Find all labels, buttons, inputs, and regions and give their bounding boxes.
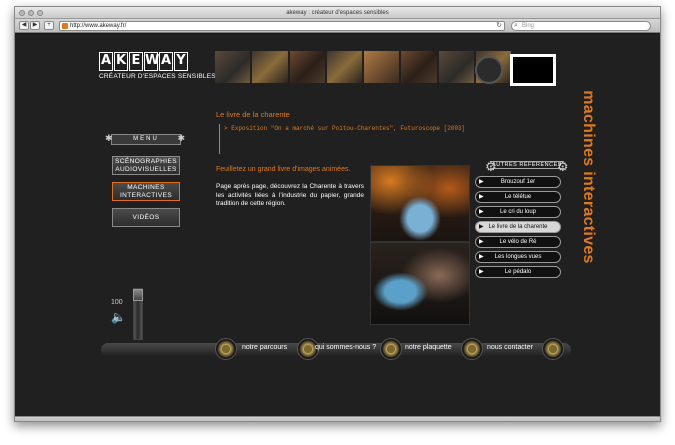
section-title: machines interactives <box>580 90 597 264</box>
reference-label: Le vélo de Ré <box>499 239 537 245</box>
reference-label: Le livre de la charente <box>488 224 548 230</box>
add-bookmark-button[interactable]: + <box>44 21 54 30</box>
menu-item-label: MACHINES INTERACTIVES <box>119 184 173 199</box>
gear-icon: ⚙ <box>556 159 569 174</box>
reference-livre-charente[interactable]: ▶ Le livre de la charente <box>475 221 561 233</box>
address-bar-url: http://www.akeway.fr/ <box>70 23 127 29</box>
reference-label: Le pédalo <box>504 269 532 275</box>
triangle-right-icon: ▶ <box>479 224 484 230</box>
volume-slider[interactable] <box>133 288 143 340</box>
reference-label: Le télétue <box>504 194 532 200</box>
triangle-right-icon: ▶ <box>479 254 484 260</box>
nav-qui-sommes-nous[interactable]: qui sommes-nous ? <box>315 344 376 351</box>
reference-longues-vues[interactable]: ▶ Les longues vues <box>475 251 561 263</box>
logo-letter: A <box>99 52 113 71</box>
project-photo-bottom <box>370 242 470 325</box>
window-title: akeway : créateur d'espaces sensibles <box>286 10 389 16</box>
back-arrow-icon: ◀ <box>21 22 27 28</box>
browser-statusbar <box>15 416 660 421</box>
search-placeholder: Bing <box>522 23 535 29</box>
close-window-button[interactable] <box>19 10 25 16</box>
nav-node-icon[interactable] <box>542 338 564 360</box>
search-input[interactable]: ⌕ Bing <box>511 21 651 31</box>
project-title: Le livre de la charente <box>216 110 290 119</box>
strip-photo <box>438 51 474 83</box>
nav-node-icon[interactable] <box>215 338 237 360</box>
logo-letters: A K E W A Y <box>99 52 191 71</box>
triangle-right-icon: ▶ <box>479 209 484 215</box>
reference-pedalo[interactable]: ▶ Le pédalo <box>475 266 561 278</box>
menu-header: ✱ MENU ✱ <box>105 134 185 145</box>
exhibition-info: > Exposition "On a marché sur Poitou-Cha… <box>219 124 499 154</box>
triangle-right-icon: ▶ <box>479 239 484 245</box>
menu-item-label: VIDÉOS <box>132 213 160 221</box>
references-header: ⚙ AUTRES RÉFÉRENCES ⚙ <box>485 159 569 174</box>
window-controls <box>19 10 43 16</box>
reference-cri-du-loup[interactable]: ▶ Le cri du loup <box>475 206 561 218</box>
zoom-window-button[interactable] <box>37 10 43 16</box>
logo-tagline: CRÉATEUR D'ESPACES SENSIBLES <box>99 73 216 80</box>
section-title-vertical: machines interactives <box>571 86 601 266</box>
reference-teletue[interactable]: ▶ Le télétue <box>475 191 561 203</box>
reference-label: Le cri du loup <box>499 209 537 215</box>
strip-photo <box>326 51 362 83</box>
gear-icon: ⚙ <box>485 159 498 174</box>
strip-photo <box>215 51 251 83</box>
logo-letter: W <box>144 52 159 71</box>
photo-strip <box>215 51 511 83</box>
project-photo-top <box>370 165 470 242</box>
menu-item-scenographies[interactable]: SCÉNOGRAPHIES AUDIOVISUELLES <box>112 156 180 175</box>
volume-value: 100 <box>111 299 123 306</box>
logo-letter: E <box>129 52 143 71</box>
strip-photo <box>364 51 400 83</box>
reference-label: Brouzouf 1er <box>500 179 536 185</box>
round-badge-icon[interactable] <box>475 56 503 84</box>
nav-nous-contacter[interactable]: nous contacter <box>487 344 533 351</box>
speaker-icon[interactable]: 🔈 <box>111 310 129 324</box>
minimize-window-button[interactable] <box>28 10 34 16</box>
triangle-right-icon: ▶ <box>479 194 484 200</box>
gear-icon: ✱ <box>105 133 115 143</box>
plus-icon: + <box>47 22 51 28</box>
references-header-label: AUTRES RÉFÉRENCES <box>490 161 564 169</box>
address-bar[interactable]: http://www.akeway.fr/ ↻ <box>59 21 505 31</box>
logo-letter: K <box>114 52 128 71</box>
forward-arrow-icon: ▶ <box>32 22 38 28</box>
window-titlebar: akeway : créateur d'espaces sensibles <box>15 7 660 19</box>
reference-label: Les longues vues <box>494 254 542 260</box>
menu-header-label: MENU <box>133 136 159 142</box>
strip-photo <box>401 51 437 83</box>
logo-letter: A <box>159 52 173 71</box>
gear-icon: ✱ <box>177 133 187 143</box>
nav-node-icon[interactable] <box>380 338 402 360</box>
search-icon: ⌕ <box>514 22 518 29</box>
reference-velo-de-re[interactable]: ▶ Le vélo de Ré <box>475 236 561 248</box>
back-button[interactable]: ◀ <box>19 21 29 30</box>
triangle-right-icon: ▶ <box>479 179 484 185</box>
video-frame[interactable] <box>510 54 556 86</box>
nav-node-icon[interactable] <box>461 338 483 360</box>
site-favicon-icon <box>62 23 68 29</box>
volume-slider-knob[interactable] <box>133 289 143 301</box>
page-content: A K E W A Y CRÉATEUR D'ESPACES SENSIBLES… <box>15 34 660 421</box>
akeway-logo[interactable]: A K E W A Y CRÉATEUR D'ESPACES SENSIBLES <box>99 52 216 84</box>
browser-window: akeway : créateur d'espaces sensibles ◀ … <box>14 6 661 422</box>
logo-letter: Y <box>174 52 188 71</box>
browser-toolbar: ◀ ▶ + http://www.akeway.fr/ ↻ ⌕ Bing <box>15 19 660 33</box>
strip-photo <box>252 51 288 83</box>
project-description: Page après page, découvrez la Charente à… <box>216 183 364 207</box>
menu-item-machines[interactable]: MACHINES INTERACTIVES <box>112 182 180 201</box>
nav-notre-parcours[interactable]: notre parcours <box>242 344 287 351</box>
menu-item-label: SCÉNOGRAPHIES AUDIOVISUELLES <box>115 158 177 173</box>
project-subtitle: Feuilletez un grand livre d'images animé… <box>216 166 351 173</box>
strip-photo <box>289 51 325 83</box>
reload-icon[interactable]: ↻ <box>496 22 502 30</box>
nav-notre-plaquette[interactable]: notre plaquette <box>405 344 452 351</box>
forward-button[interactable]: ▶ <box>30 21 40 30</box>
menu-item-videos[interactable]: VIDÉOS <box>112 208 180 227</box>
reference-brouzouf[interactable]: ▶ Brouzouf 1er <box>475 176 561 188</box>
triangle-right-icon: ▶ <box>479 269 484 275</box>
